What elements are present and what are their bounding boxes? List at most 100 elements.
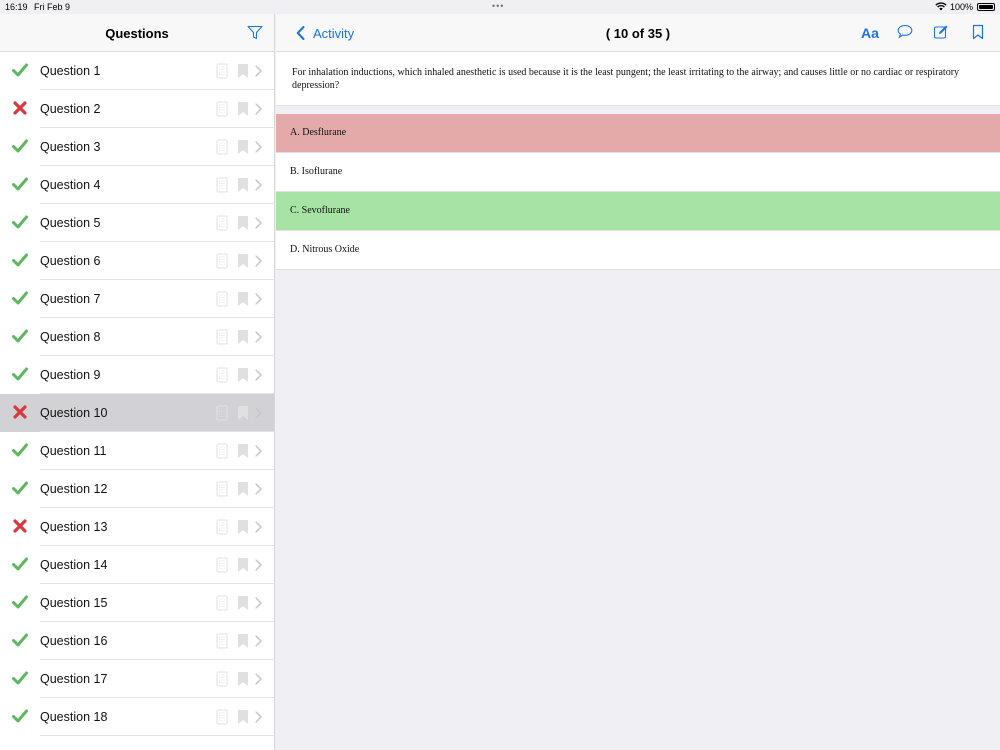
question-label: Question 5 — [40, 216, 101, 230]
checkmark-icon — [12, 63, 28, 79]
note-icon — [216, 329, 228, 350]
status-date: Fri Feb 9 — [34, 2, 71, 12]
question-label: Question 3 — [40, 140, 101, 154]
checkmark-icon — [12, 253, 28, 269]
bookmark-icon[interactable] — [237, 177, 249, 198]
checkmark-icon — [12, 139, 28, 155]
bookmark-icon[interactable] — [237, 291, 249, 312]
answer-option[interactable]: C. Sevoflurane — [276, 192, 1000, 231]
question-label: Question 9 — [40, 368, 101, 382]
question-row[interactable]: Question 8 — [0, 318, 274, 356]
note-icon — [216, 215, 228, 236]
nav-bar: Activity ( 10 of 35 ) Aa — [276, 14, 1000, 52]
note-icon — [216, 481, 228, 502]
bookmark-icon[interactable] — [237, 671, 249, 692]
cross-icon — [13, 519, 29, 535]
question-label: Question 8 — [40, 330, 101, 344]
question-row[interactable]: Question 1 — [0, 52, 274, 90]
bookmark-icon[interactable] — [237, 367, 249, 388]
note-icon — [216, 291, 228, 312]
chevron-right-icon — [255, 254, 262, 272]
chevron-right-icon — [255, 558, 262, 576]
chevron-right-icon — [255, 406, 262, 424]
page-title: ( 10 of 35 ) — [605, 26, 671, 41]
question-row[interactable]: Question 5 — [0, 204, 274, 242]
bookmark-icon[interactable] — [237, 139, 249, 160]
question-label: Question 4 — [40, 178, 101, 192]
note-icon — [216, 253, 228, 274]
chevron-right-icon — [255, 368, 262, 386]
wifi-icon — [935, 2, 947, 13]
question-row[interactable]: Question 12 — [0, 470, 274, 508]
question-text: For inhalation inductions, which inhaled… — [276, 52, 1000, 106]
font-size-button[interactable]: Aa — [861, 25, 879, 41]
bookmark-icon[interactable] — [237, 443, 249, 464]
edit-note-icon[interactable] — [933, 24, 949, 45]
question-row[interactable]: Question 3 — [0, 128, 274, 166]
question-label: Question 1 — [40, 64, 101, 78]
checkmark-icon — [12, 443, 28, 459]
status-bar: 16:19 Fri Feb 9 ••• 100% — [0, 0, 1000, 14]
chevron-right-icon — [255, 292, 262, 310]
bookmark-icon[interactable] — [237, 519, 249, 540]
note-icon — [216, 557, 228, 578]
bookmark-icon[interactable] — [237, 63, 249, 84]
chevron-right-icon — [255, 102, 262, 120]
checkmark-icon — [12, 557, 28, 573]
bookmark-icon[interactable] — [972, 24, 984, 45]
checkmark-icon — [12, 481, 28, 497]
chevron-right-icon — [255, 140, 262, 158]
question-label: Question 18 — [40, 710, 108, 724]
filter-icon[interactable] — [247, 25, 263, 45]
question-label: Question 10 — [40, 406, 108, 420]
checkmark-icon — [12, 215, 28, 231]
bookmark-icon[interactable] — [237, 481, 249, 502]
bookmark-icon[interactable] — [237, 405, 249, 426]
question-row[interactable]: Question 17 — [0, 660, 274, 698]
bookmark-icon[interactable] — [237, 253, 249, 274]
chevron-right-icon — [255, 520, 262, 538]
note-icon — [216, 443, 228, 464]
question-label: Question 6 — [40, 254, 101, 268]
chevron-right-icon — [255, 216, 262, 234]
note-icon — [216, 595, 228, 616]
note-icon — [216, 139, 228, 160]
bookmark-icon[interactable] — [237, 329, 249, 350]
question-row[interactable]: Question 16 — [0, 622, 274, 660]
question-label: Question 13 — [40, 520, 108, 534]
answer-option[interactable]: D. Nitrous Oxide — [276, 231, 1000, 270]
question-row[interactable]: Question 11 — [0, 432, 274, 470]
question-row[interactable]: Question 2 — [0, 90, 274, 128]
sidebar-title: Questions — [105, 26, 169, 41]
question-row[interactable]: Question 14 — [0, 546, 274, 584]
question-row[interactable]: Question 6 — [0, 242, 274, 280]
bookmark-icon[interactable] — [237, 709, 249, 730]
chevron-right-icon — [255, 596, 262, 614]
question-row[interactable]: Question 4 — [0, 166, 274, 204]
bookmark-icon[interactable] — [237, 215, 249, 236]
question-row[interactable]: Question 7 — [0, 280, 274, 318]
bookmark-icon[interactable] — [237, 633, 249, 654]
bookmark-icon[interactable] — [237, 595, 249, 616]
question-row[interactable]: Question 15 — [0, 584, 274, 622]
checkmark-icon — [12, 329, 28, 345]
chevron-right-icon — [255, 710, 262, 728]
chevron-right-icon — [255, 178, 262, 196]
question-row[interactable]: Question 9 — [0, 356, 274, 394]
question-row[interactable]: Question 13 — [0, 508, 274, 546]
status-time: 16:19 — [5, 2, 28, 12]
chevron-right-icon — [255, 64, 262, 82]
answer-list: A. Desflurane B. Isoflurane C. Sevoflurane… — [276, 114, 1000, 270]
multitasking-dots-icon[interactable]: ••• — [492, 1, 504, 11]
answer-option[interactable]: B. Isoflurane — [276, 153, 1000, 192]
bookmark-icon[interactable] — [237, 101, 249, 122]
comment-icon[interactable] — [897, 24, 913, 44]
checkmark-icon — [12, 177, 28, 193]
bookmark-icon[interactable] — [237, 557, 249, 578]
answer-option[interactable]: A. Desflurane — [276, 114, 1000, 153]
question-row[interactable]: Question 18 — [0, 698, 274, 736]
question-label: Question 11 — [40, 444, 107, 458]
note-icon — [216, 709, 228, 730]
question-row[interactable]: Question 10 — [0, 394, 274, 432]
chevron-right-icon — [255, 634, 262, 652]
